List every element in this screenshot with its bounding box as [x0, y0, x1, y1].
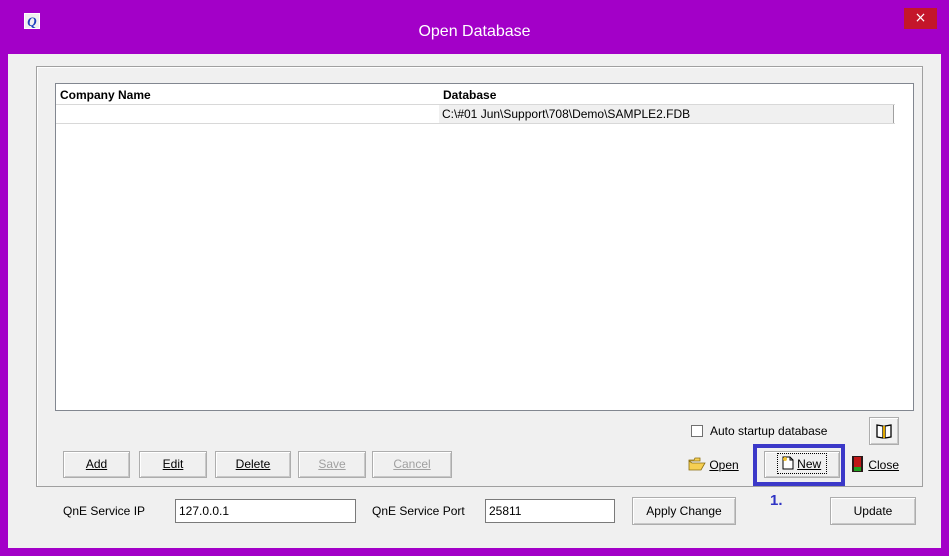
cancel-button-label: Cancel — [393, 457, 431, 471]
window-title: Open Database — [418, 23, 531, 40]
open-button-label: Open — [709, 458, 739, 472]
service-ip-label: QnE Service IP — [63, 504, 146, 518]
cell-database-path[interactable]: C:\#01 Jun\Support\708\Demo\SAMPLE2.FDB — [439, 105, 894, 123]
add-button-label: Add — [85, 457, 108, 471]
auto-startup-label: Auto startup database — [710, 424, 828, 438]
table-row[interactable]: C:\#01 Jun\Support\708\Demo\SAMPLE2.FDB — [56, 104, 895, 124]
title-bar[interactable]: Q Open Database × — [0, 0, 949, 40]
book-icon — [876, 424, 892, 439]
open-database-window: Q Open Database × Company Name Database … — [0, 0, 949, 556]
column-header-company-name[interactable]: Company Name — [60, 88, 151, 102]
add-button[interactable]: Add — [63, 451, 130, 478]
close-button[interactable]: Close — [851, 455, 899, 475]
book-button[interactable] — [869, 417, 899, 445]
delete-button[interactable]: Delete — [215, 451, 291, 478]
cell-company-name[interactable] — [56, 105, 440, 123]
apply-change-button[interactable]: Apply Change — [632, 497, 736, 525]
service-ip-input[interactable]: 127.0.0.1 — [175, 499, 356, 523]
delete-button-label: Delete — [235, 457, 271, 471]
database-grid[interactable]: Company Name Database C:\#01 Jun\Support… — [55, 83, 914, 411]
edit-button-label: Edit — [162, 457, 184, 471]
service-port-label: QnE Service Port — [372, 504, 465, 518]
edit-button[interactable]: Edit — [139, 451, 207, 478]
update-button[interactable]: Update — [830, 497, 916, 525]
service-port-input[interactable]: 25811 — [485, 499, 615, 523]
open-button[interactable]: Open — [688, 455, 739, 475]
close-button-label: Close — [868, 458, 900, 472]
new-button-highlight — [753, 444, 845, 486]
exit-door-icon — [852, 456, 863, 472]
save-button[interactable]: Save — [298, 451, 366, 478]
column-header-database[interactable]: Database — [443, 88, 496, 102]
folder-open-icon — [688, 457, 706, 471]
window-close-button[interactable]: × — [904, 8, 937, 29]
auto-startup-checkbox[interactable] — [691, 425, 703, 437]
save-button-label: Save — [318, 457, 346, 471]
cancel-button[interactable]: Cancel — [372, 451, 452, 478]
step-marker: 1. — [770, 492, 783, 509]
